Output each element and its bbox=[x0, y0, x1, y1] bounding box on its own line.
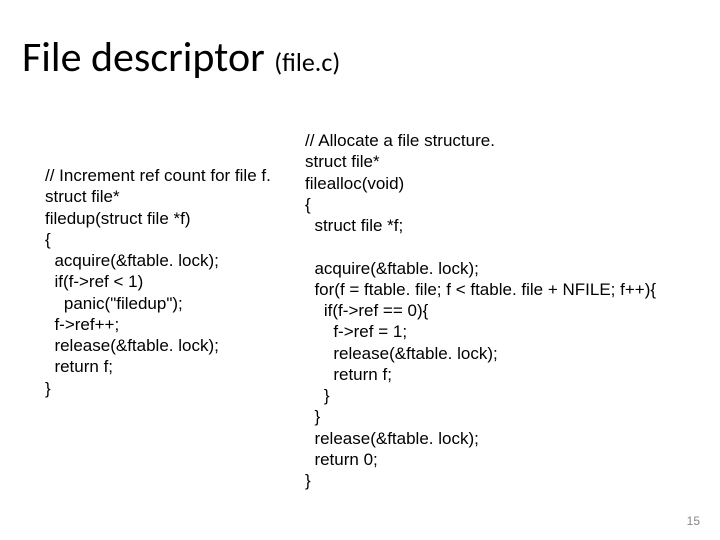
code-block-right: // Allocate a file structure. struct fil… bbox=[305, 130, 656, 491]
page-number: 15 bbox=[687, 514, 700, 528]
slide-title: File descriptor (file.c) bbox=[22, 32, 340, 83]
title-main-text: File descriptor bbox=[22, 32, 274, 83]
title-paren-text: (file.c) bbox=[274, 46, 340, 78]
code-block-left: // Increment ref count for file f. struc… bbox=[45, 165, 271, 399]
